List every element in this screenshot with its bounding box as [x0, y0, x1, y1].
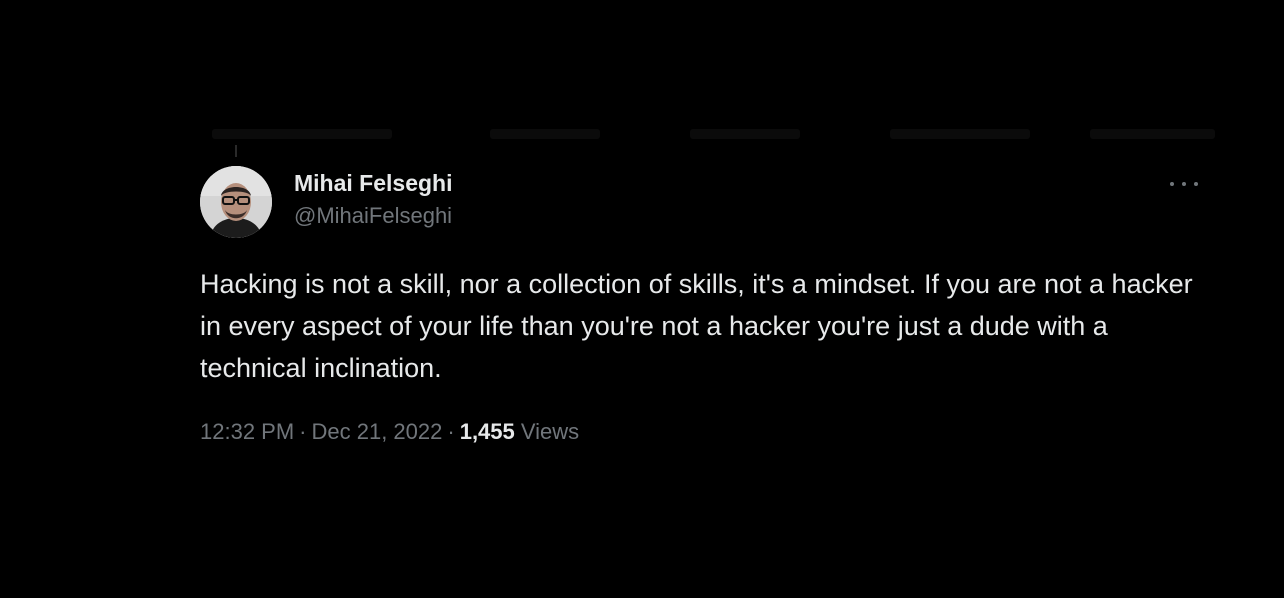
avatar[interactable] — [200, 166, 272, 238]
faded-bar — [212, 129, 392, 139]
thread-line — [235, 145, 237, 157]
author-handle[interactable]: @MihaiFelseghi — [294, 202, 452, 230]
dot — [1182, 182, 1186, 186]
separator: · — [299, 419, 307, 444]
tweet-time[interactable]: 12:32 PM — [200, 419, 294, 444]
profile-photo-icon — [200, 166, 272, 238]
views-label: Views — [520, 419, 580, 444]
separator: · — [447, 419, 455, 444]
tweet-card: Mihai Felseghi @MihaiFelseghi Hacking is… — [200, 162, 1210, 446]
author-display-name[interactable]: Mihai Felseghi — [294, 169, 452, 197]
more-options-icon[interactable] — [1170, 176, 1198, 192]
faded-bar — [890, 129, 1030, 139]
author-names: Mihai Felseghi @MihaiFelseghi — [294, 169, 452, 230]
tweet-header: Mihai Felseghi @MihaiFelseghi — [200, 162, 1210, 242]
tweet-text: Hacking is not a skill, nor a collection… — [200, 269, 1193, 383]
dot — [1170, 182, 1174, 186]
tweet-date[interactable]: Dec 21, 2022 — [312, 419, 443, 444]
faded-bar — [490, 129, 600, 139]
dot — [1194, 182, 1198, 186]
faded-bar — [1090, 129, 1215, 139]
views-count[interactable]: 1,455 — [460, 419, 515, 444]
faded-bar — [690, 129, 800, 139]
tweet-metadata: 12:32 PM · Dec 21, 2022 · 1,455 Views — [200, 418, 1210, 446]
